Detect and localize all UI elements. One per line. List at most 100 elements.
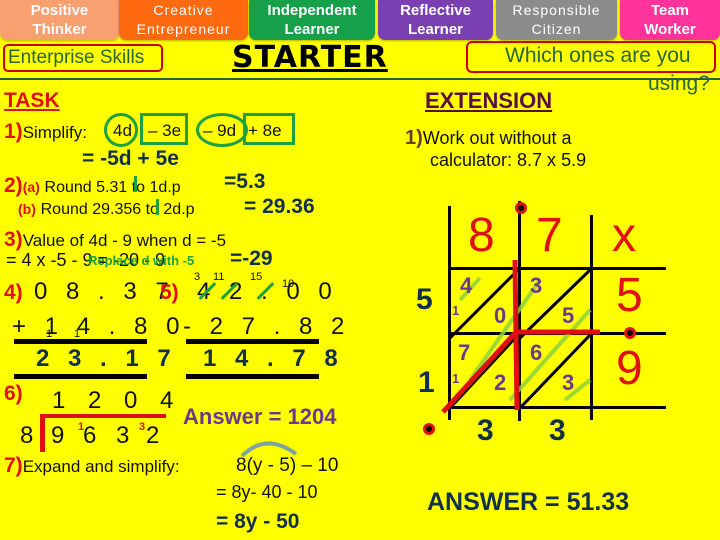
lattice-sum-digit: 1 <box>418 366 435 399</box>
q7-step: = 8y- 40 - 10 <box>216 482 318 502</box>
question-number: 1) <box>4 120 23 143</box>
q6-divisor: 8 <box>20 422 40 449</box>
prompt-line-1: Which ones are you <box>505 44 691 67</box>
like-terms-box <box>140 113 188 145</box>
lattice-cell-tens: 6 <box>530 340 543 365</box>
skill-tab-responsible-citizen[interactable]: Responsible Citizen <box>496 0 617 40</box>
q2b-answer: = 29.36 <box>244 195 315 218</box>
decimal-point-marker <box>624 327 636 339</box>
borrow-digit: 11 <box>213 271 225 283</box>
difference-line <box>186 374 319 379</box>
skill-label: Worker <box>644 21 696 38</box>
skill-label: Entrepreneur <box>136 21 231 37</box>
skill-tab-independent-learner[interactable]: Independent Learner <box>249 0 375 40</box>
dividend-digit: 9 <box>51 422 71 449</box>
rounding-marker <box>156 199 159 215</box>
skill-label: Thinker <box>32 21 87 38</box>
rounding-marker <box>134 176 137 192</box>
skill-tab-creative-entrepreneur[interactable]: Creative Entrepreneur <box>119 0 248 40</box>
like-terms-circle <box>196 113 248 147</box>
q6-quotient: 1 2 0 4 <box>52 387 182 414</box>
skill-label: Team <box>650 2 690 19</box>
lattice-sum-digit: 5 <box>416 283 433 316</box>
q7-answer: = 8y - 50 <box>216 510 300 533</box>
borrow-digit: 10 <box>282 278 295 290</box>
lattice-cell-tens: 4 <box>460 273 473 298</box>
skill-label: Reflective <box>400 2 471 19</box>
skill-tab-team-worker[interactable]: Team Worker <box>620 0 720 40</box>
extension-question-line2: calculator: 8.7 x 5.9 <box>430 150 587 170</box>
lattice-operator: x <box>612 209 636 262</box>
question-3: 3)Value of 4d - 9 when d = -5 <box>4 228 226 252</box>
task-heading: TASK <box>4 89 60 112</box>
division-bar <box>40 414 166 418</box>
question-text: Simplify: <box>22 123 87 142</box>
page-title: STARTER <box>232 40 388 75</box>
sum-line <box>14 374 147 379</box>
question-number: 4) <box>4 281 23 304</box>
q5-bottom-number: - 2 7 . 8 2 <box>183 313 351 340</box>
q4-bottom-number: + 1 4 . 8 0 <box>12 313 186 340</box>
skill-label: Creative <box>153 2 214 18</box>
enterprise-skills-label: Enterprise Skills <box>8 47 145 68</box>
lattice-carry: 1 <box>452 371 460 386</box>
question-text: Round 29.356 to 2d.p <box>40 201 195 218</box>
question-text: Round 5.31 to 1d.p <box>44 179 181 196</box>
question-1: 1)Simplify: <box>4 120 87 144</box>
question-number: 1) <box>405 127 423 149</box>
question-text: Work out without a <box>422 128 572 148</box>
question-text: Expand and simplify: <box>22 457 180 476</box>
carry-digit: 3 <box>139 421 146 433</box>
part-label: (b) <box>18 201 36 217</box>
question-2b: (b) Round 29.356 to 2d.p <box>18 199 195 219</box>
lattice-top-digit: 7 <box>536 209 563 262</box>
skill-label: Positive <box>30 2 89 19</box>
lattice-sum-digit: 3 <box>549 414 566 447</box>
lattice-cell-units: 3 <box>562 370 575 395</box>
lattice-right-digit: 9 <box>616 342 643 395</box>
part-label: (a) <box>22 179 40 195</box>
skill-label: Responsible <box>512 2 601 18</box>
skill-label: Independent <box>267 2 357 19</box>
q4-top-number: 0 8 . 3 7 <box>34 278 175 305</box>
borrow-digit: 3 <box>194 271 201 283</box>
skill-label: Citizen <box>531 21 582 37</box>
skill-tab-positive-thinker[interactable]: Positive Thinker <box>0 0 119 40</box>
question-number: 2) <box>4 174 23 197</box>
question-number: 6) <box>4 382 23 405</box>
question-2a: 2)(a) Round 5.31 to 1d.p <box>4 174 181 198</box>
q4-result: 2 3 . 1 7 <box>36 345 177 372</box>
decimal-point-marker <box>515 202 527 214</box>
lattice-carry: 1 <box>452 303 460 318</box>
like-terms-box <box>243 113 295 145</box>
question-number: 5) <box>160 281 179 304</box>
lattice-right-digit: 5 <box>616 269 643 322</box>
extension-heading: EXTENSION <box>425 88 553 113</box>
dividend-digit: 2 <box>146 422 166 449</box>
dividend-digit: 3 <box>116 422 136 449</box>
dividend-digit: 6 <box>83 422 103 449</box>
borrow-digit: 15 <box>250 271 263 283</box>
question-text: Value of 4d - 9 when d = -5 <box>22 231 227 250</box>
lattice-cell-tens: 3 <box>530 273 543 298</box>
header-divider <box>0 78 720 80</box>
carry-digit: 1 <box>78 421 85 433</box>
question-7: 7)Expand and simplify: <box>4 454 180 478</box>
difference-line <box>186 339 319 344</box>
lattice-cell-units: 5 <box>562 303 575 328</box>
question-number: 7) <box>4 454 23 477</box>
decimal-point-marker <box>423 423 435 435</box>
skill-label: Learner <box>407 21 464 38</box>
q1-answer: = -5d + 5e <box>82 147 179 170</box>
division-bar <box>40 414 45 452</box>
skill-label: Learner <box>284 21 340 38</box>
lattice-sum-digit: 3 <box>477 414 494 447</box>
question-number: 3) <box>4 228 23 251</box>
q2a-answer: =5.3 <box>224 170 266 193</box>
skill-tab-reflective-learner[interactable]: Reflective Learner <box>378 0 493 40</box>
lattice-top-digit: 8 <box>468 209 495 262</box>
sum-line <box>14 339 147 344</box>
extension-answer: ANSWER = 51.33 <box>427 488 630 516</box>
lattice-cell-tens: 7 <box>458 340 471 365</box>
lattice-cell-units: 2 <box>494 370 507 395</box>
